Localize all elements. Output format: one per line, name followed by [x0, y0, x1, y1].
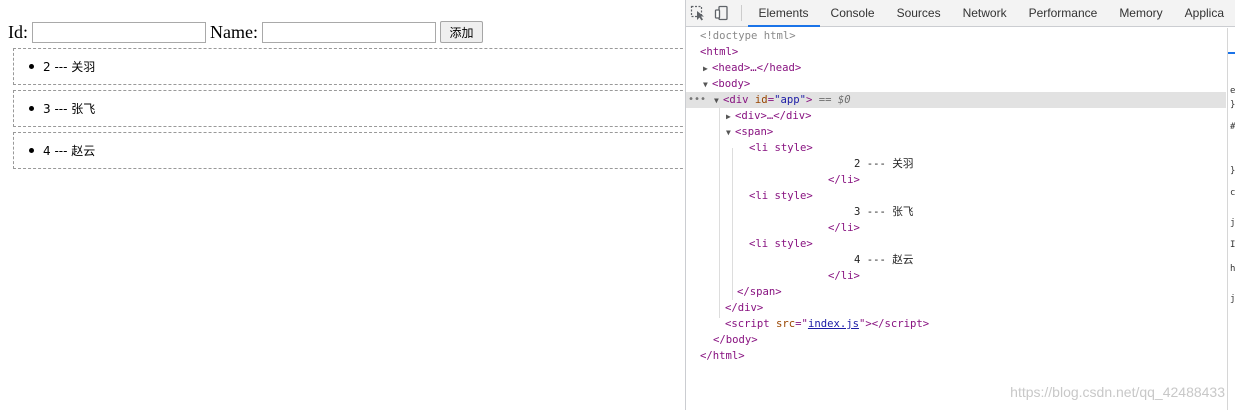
add-button[interactable]: 添加	[439, 21, 483, 43]
dom-body-open[interactable]: ▼ <body>	[686, 76, 1226, 92]
styles-fragment: #	[1230, 122, 1235, 132]
dom-li-close[interactable]: </li>	[686, 220, 1226, 236]
list-item-text: 3 --- 张飞	[43, 102, 96, 116]
selected-node-marker: == $0	[818, 94, 851, 106]
tab-performance[interactable]: Performance	[1018, 0, 1109, 26]
dom-doctype[interactable]: <!doctype html>	[686, 28, 1226, 44]
toolbar-divider	[740, 5, 742, 21]
page-viewport: Id: Name: 添加 2 --- 关羽 3 --- 张飞 4 --- 赵云	[0, 0, 686, 410]
dom-body-close[interactable]: </body>	[686, 332, 1226, 348]
inspect-element-icon[interactable]	[686, 0, 710, 26]
dom-head[interactable]: ▶ <head>…</head>	[686, 60, 1226, 76]
tab-sources[interactable]: Sources	[886, 0, 952, 26]
styles-tab-indicator[interactable]	[1228, 28, 1235, 54]
dom-li-text[interactable]: 2 --- 关羽	[686, 156, 1226, 172]
tab-console[interactable]: Console	[820, 0, 886, 26]
devtools-body: <!doctype html> <html> ▶ <head>…</head> ▼…	[686, 28, 1235, 410]
styles-fragment: e	[1230, 86, 1235, 96]
dom-html-close[interactable]: </html>	[686, 348, 1226, 364]
list-item: 2 --- 关羽	[13, 48, 686, 85]
script-src-link[interactable]: index.js	[808, 318, 859, 330]
dom-inner-div[interactable]: ▶ <div>…</div>	[686, 108, 1226, 124]
devtools-toolbar: Elements Console Sources Network Perform…	[686, 0, 1235, 27]
dom-div-close[interactable]: </div>	[686, 300, 1226, 316]
styles-fragment: h	[1230, 264, 1235, 274]
dom-div-app[interactable]: ••• ▼ <div id="app"> == $0	[686, 92, 1226, 108]
tab-memory[interactable]: Memory	[1108, 0, 1173, 26]
dom-li-text[interactable]: 4 --- 赵云	[686, 252, 1226, 268]
more-options-icon[interactable]: •••	[688, 92, 706, 108]
tab-elements[interactable]: Elements	[747, 0, 820, 27]
list-item: 4 --- 赵云	[13, 132, 686, 169]
id-input[interactable]	[32, 21, 206, 43]
dom-li-close[interactable]: </li>	[686, 172, 1226, 188]
bullet-icon	[29, 106, 34, 111]
styles-fragment: j	[1230, 294, 1235, 304]
expand-arrow-icon[interactable]: ▶	[703, 61, 712, 77]
list-item: 3 --- 张飞	[13, 90, 686, 127]
watermark: https://blog.csdn.net/qq_42488433	[1010, 384, 1225, 400]
dom-li-open[interactable]: <li style>	[686, 236, 1226, 252]
collapse-arrow-icon[interactable]: ▼	[714, 93, 723, 109]
device-toolbar-icon[interactable]	[710, 0, 734, 26]
dom-span-close[interactable]: </span>	[686, 284, 1226, 300]
styles-fragment: c	[1230, 188, 1235, 198]
list-item-text: 2 --- 关羽	[43, 60, 96, 74]
styles-fragment: j	[1230, 218, 1235, 228]
collapse-arrow-icon[interactable]: ▼	[726, 125, 735, 141]
name-label: Name:	[210, 21, 258, 42]
bullet-icon	[29, 148, 34, 153]
id-label: Id:	[8, 21, 28, 42]
dom-li-open[interactable]: <li style>	[686, 188, 1226, 204]
dom-html-open[interactable]: <html>	[686, 44, 1226, 60]
dom-li-close[interactable]: </li>	[686, 268, 1226, 284]
tab-network[interactable]: Network	[952, 0, 1018, 26]
add-form: Id: Name: 添加	[8, 20, 483, 44]
styles-fragment: }	[1230, 166, 1235, 176]
item-list: 2 --- 关羽 3 --- 张飞 4 --- 赵云	[13, 48, 686, 174]
dom-li-text[interactable]: 3 --- 张飞	[686, 204, 1226, 220]
dom-li-open[interactable]: <li style>	[686, 140, 1226, 156]
styles-pane-edge: e } # } c j I h j	[1227, 28, 1235, 410]
bullet-icon	[29, 64, 34, 69]
devtools-panel: Elements Console Sources Network Perform…	[685, 0, 1235, 410]
collapse-arrow-icon[interactable]: ▼	[703, 77, 712, 93]
expand-arrow-icon[interactable]: ▶	[726, 109, 735, 125]
list-item-text: 4 --- 赵云	[43, 144, 96, 158]
dom-tree: <!doctype html> <html> ▶ <head>…</head> ▼…	[686, 28, 1226, 410]
dom-span-open[interactable]: ▼ <span>	[686, 124, 1226, 140]
name-input[interactable]	[261, 21, 436, 43]
dom-script[interactable]: <script src="index.js"></script>	[686, 316, 1226, 332]
styles-fragment: I	[1230, 240, 1235, 250]
styles-fragment: }	[1230, 100, 1235, 110]
tab-application[interactable]: Applica	[1174, 0, 1235, 26]
